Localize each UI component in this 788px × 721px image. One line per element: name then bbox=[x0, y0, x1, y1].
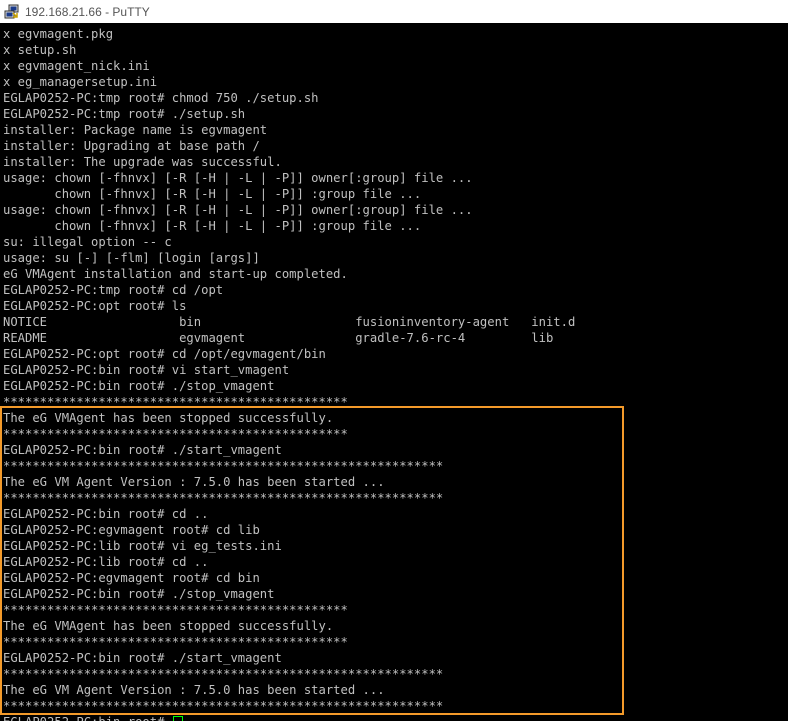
terminal-line: EGLAP0252-PC:lib root# vi eg_tests.ini bbox=[3, 539, 282, 553]
terminal-line: EGLAP0252-PC:bin root# ./start_vmagent bbox=[3, 443, 282, 457]
terminal-line: EGLAP0252-PC:bin root# ./start_vmagent bbox=[3, 651, 282, 665]
terminal-line: EGLAP0252-PC:bin root# vi start_vmagent bbox=[3, 363, 290, 377]
terminal-line: ****************************************… bbox=[3, 491, 444, 505]
terminal-line: ****************************************… bbox=[3, 635, 348, 649]
terminal-line: NOTICE bin fusioninventory-agent init.d bbox=[3, 315, 576, 329]
terminal-line: EGLAP0252-PC:tmp root# cd /opt bbox=[3, 283, 224, 297]
terminal-line: ****************************************… bbox=[3, 667, 444, 681]
prompt-text: EGLAP0252-PC:bin root# bbox=[3, 715, 172, 721]
terminal-line: EGLAP0252-PC:lib root# cd .. bbox=[3, 555, 209, 569]
terminal-line: EGLAP0252-PC:opt root# cd /opt/egvmagent… bbox=[3, 347, 326, 361]
terminal-line: chown [-fhnvx] [-R [-H | -L | -P]] :grou… bbox=[3, 187, 422, 201]
terminal-output[interactable]: x egvmagent.pkg x setup.sh x egvmagent_nic… bbox=[0, 23, 788, 721]
terminal-line: EGLAP0252-PC:bin root# ./stop_vmagent bbox=[3, 379, 275, 393]
terminal-line: chown [-fhnvx] [-R [-H | -L | -P]] :grou… bbox=[3, 219, 422, 233]
terminal-line: eG VMAgent installation and start-up com… bbox=[3, 267, 348, 281]
terminal-line: installer: The upgrade was successful. bbox=[3, 155, 282, 169]
terminal-line: ****************************************… bbox=[3, 427, 348, 441]
putty-window: 192.168.21.66 - PuTTY x egvmagent.pkg x s… bbox=[0, 0, 788, 721]
terminal-line: x setup.sh bbox=[3, 43, 77, 57]
terminal-line: The eG VMAgent has been stopped successf… bbox=[3, 411, 334, 425]
title-bar[interactable]: 192.168.21.66 - PuTTY bbox=[0, 0, 788, 23]
terminal-line: usage: chown [-fhnvx] [-R [-H | -L | -P]… bbox=[3, 203, 473, 217]
terminal-line: ****************************************… bbox=[3, 395, 348, 409]
terminal-line: EGLAP0252-PC:bin root# cd .. bbox=[3, 507, 209, 521]
terminal-line: EGLAP0252-PC:egvmagent root# cd bin bbox=[3, 571, 260, 585]
terminal-line: The eG VM Agent Version : 7.5.0 has been… bbox=[3, 683, 385, 697]
terminal-line: EGLAP0252-PC:tmp root# ./setup.sh bbox=[3, 107, 246, 121]
terminal-line: README egvmagent gradle-7.6-rc-4 lib bbox=[3, 331, 554, 345]
terminal-line: EGLAP0252-PC:egvmagent root# cd lib bbox=[3, 523, 260, 537]
terminal-line: EGLAP0252-PC:opt root# ls bbox=[3, 299, 187, 313]
terminal-line: ****************************************… bbox=[3, 603, 348, 617]
window-title: 192.168.21.66 - PuTTY bbox=[25, 4, 150, 19]
terminal-line: EGLAP0252-PC:tmp root# chmod 750 ./setup… bbox=[3, 91, 319, 105]
terminal-line: usage: su [-] [-flm] [login [args]] bbox=[3, 251, 260, 265]
terminal-line: su: illegal option -- c bbox=[3, 235, 172, 249]
terminal-prompt-line[interactable]: EGLAP0252-PC:bin root# bbox=[3, 714, 183, 721]
terminal-line: x eg_managersetup.ini bbox=[3, 75, 158, 89]
putty-icon bbox=[4, 4, 20, 20]
cursor-icon bbox=[172, 715, 183, 721]
terminal-line: EGLAP0252-PC:bin root# ./stop_vmagent bbox=[3, 587, 275, 601]
terminal-line: installer: Package name is egvmagent bbox=[3, 123, 268, 137]
terminal-line: ****************************************… bbox=[3, 699, 444, 713]
terminal-line: usage: chown [-fhnvx] [-R [-H | -L | -P]… bbox=[3, 171, 473, 185]
terminal-line: installer: Upgrading at base path / bbox=[3, 139, 260, 153]
terminal-line: x egvmagent.pkg bbox=[3, 27, 114, 41]
terminal-line: The eG VMAgent has been stopped successf… bbox=[3, 619, 334, 633]
terminal-line: The eG VM Agent Version : 7.5.0 has been… bbox=[3, 475, 385, 489]
terminal-line: x egvmagent_nick.ini bbox=[3, 59, 150, 73]
terminal-line: ****************************************… bbox=[3, 459, 444, 473]
